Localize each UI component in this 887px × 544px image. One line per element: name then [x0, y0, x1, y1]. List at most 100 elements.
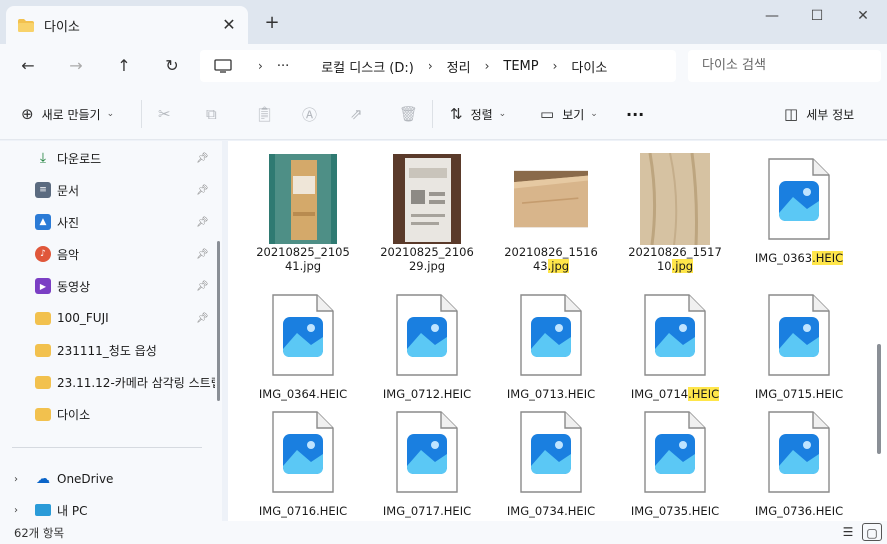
image-file-icon — [266, 406, 340, 498]
file-tile[interactable]: IMG_0717.HEIC — [372, 402, 482, 518]
sidebar-item-label: 동영상 — [57, 279, 91, 294]
file-extension: .HEIC — [688, 387, 720, 401]
chevron-right-icon: › — [14, 473, 18, 485]
sidebar-item-pictures[interactable]: ▲ 사진 📌︎ — [0, 208, 215, 236]
file-tile[interactable]: 20210825_2105 41.jpg — [248, 149, 358, 273]
file-tile[interactable]: IMG_0716.HEIC — [248, 402, 358, 518]
file-tile[interactable]: IMG_0735.HEIC — [620, 402, 730, 518]
new-button-label: 새로 만들기 — [41, 107, 101, 122]
file-tile[interactable]: 20210826_1516 43.jpg — [496, 149, 606, 273]
search-input[interactable]: 다이소 검색 — [688, 50, 881, 82]
file-extension: .jpg — [423, 259, 446, 273]
folder-icon — [18, 18, 34, 32]
cut-button[interactable]: ✂ — [158, 102, 179, 126]
divider — [141, 100, 142, 128]
file-tile[interactable]: IMG_0713.HEIC — [496, 285, 606, 401]
file-tile[interactable]: IMG_0363.HEIC — [744, 149, 854, 265]
file-extension: .jpg — [671, 259, 694, 273]
view-button[interactable]: ▭ 보기 ⌄ — [540, 102, 598, 126]
maximize-button[interactable]: ☐ — [797, 4, 837, 28]
file-name-base: IMG_0736 — [754, 504, 813, 518]
status-bar: 62개 항목 ☰ ▢ — [0, 521, 887, 544]
sidebar-item-label: 사진 — [57, 215, 80, 230]
paste-button[interactable]: 📋︎ — [255, 102, 282, 126]
sidebar-item-onedrive[interactable]: › ☁ OneDrive — [0, 465, 215, 493]
breadcrumb-daiso[interactable]: 다이소 — [571, 57, 607, 76]
file-tile[interactable]: IMG_0736.HEIC — [744, 402, 854, 518]
minimize-button[interactable]: — — [752, 4, 792, 28]
share-button[interactable]: ⇗ — [350, 102, 371, 126]
file-name-base: IMG_0714 — [630, 387, 689, 401]
file-name: 20210825_2106 29.jpg — [372, 245, 482, 273]
file-name: 20210825_2105 41.jpg — [248, 245, 358, 273]
close-window-button[interactable]: ✕ — [843, 4, 883, 28]
breadcrumb-local-disk[interactable]: 로컬 디스크 (D:) — [321, 57, 414, 76]
sidebar-item-camera-strap[interactable]: 23.11.12-카메라 삼각링 스트랩 — [0, 368, 215, 396]
file-name: IMG_0716.HEIC — [248, 504, 358, 518]
sidebar-item-videos[interactable]: ▶ 동영상 📌︎ — [0, 272, 215, 300]
new-button[interactable]: ⊕ 새로 만들기 ⌄ — [21, 102, 114, 126]
file-extension: .HEIC — [440, 504, 472, 518]
file-name-base: IMG_0713 — [506, 387, 565, 401]
breadcrumb-jeongri[interactable]: 정리 — [447, 57, 471, 76]
file-name: IMG_0712.HEIC — [372, 387, 482, 401]
pin-icon: 📌︎ — [196, 280, 209, 292]
file-name: IMG_0735.HEIC — [620, 504, 730, 518]
new-tab-button[interactable]: + — [262, 12, 282, 33]
file-name-base: 29 — [408, 259, 424, 273]
large-icons-view-button[interactable]: ▢ — [862, 523, 882, 541]
breadcrumb-more[interactable]: ··· — [277, 59, 289, 74]
navigation-pane: ⤓ 다운로드 📌︎ ≡ 문서 📌︎ ▲ 사진 📌︎ ♪ 음악 📌︎ ▶ 동영상 … — [0, 141, 222, 521]
copy-button[interactable]: ⧉ — [206, 102, 225, 126]
file-name: IMG_0713.HEIC — [496, 387, 606, 401]
forward-button[interactable]: → — [61, 52, 91, 80]
sidebar-item-music[interactable]: ♪ 음악 📌︎ — [0, 240, 215, 268]
file-tile[interactable]: IMG_0364.HEIC — [248, 285, 358, 401]
file-tile[interactable]: IMG_0715.HEIC — [744, 285, 854, 401]
pin-icon: 📌︎ — [196, 216, 209, 228]
back-button[interactable]: ← — [13, 52, 43, 80]
sidebar-scrollbar[interactable] — [217, 241, 220, 401]
image-thumbnail — [266, 153, 340, 245]
details-button[interactable]: ◫ 세부 정보 — [784, 102, 854, 126]
up-button[interactable]: ↑ — [109, 52, 139, 80]
sidebar-item-documents[interactable]: ≡ 문서 📌︎ — [0, 176, 215, 204]
file-name-line: 20210826_1516 — [504, 245, 598, 259]
image-thumbnail — [390, 153, 464, 245]
navigation-bar: ← → ↑ ↻ › ··· 로컬 디스크 (D:) › 정리 › TEMP › … — [0, 44, 887, 88]
sidebar-item-daiso[interactable]: 다이소 — [0, 400, 215, 428]
more-options-button[interactable]: ··· — [626, 102, 644, 126]
tab-close-button[interactable]: ✕ — [220, 15, 238, 34]
pin-icon: 📌︎ — [196, 184, 209, 196]
details-view-button[interactable]: ☰ — [838, 523, 858, 541]
tab-daiso[interactable]: 다이소 ✕ — [6, 6, 248, 44]
chevron-right-icon: › — [14, 504, 18, 516]
content-scrollbar[interactable] — [877, 344, 881, 454]
file-tile[interactable]: 20210826_1517 10.jpg — [620, 149, 730, 273]
image-file-icon — [638, 289, 712, 381]
sidebar-item-cheongdo[interactable]: 231111_청도 읍성 — [0, 336, 215, 364]
rename-button[interactable]: Ⓐ — [302, 102, 325, 126]
file-tile[interactable]: 20210825_2106 29.jpg — [372, 149, 482, 273]
command-bar: ⊕ 새로 만들기 ⌄ ✂ ⧉ 📋︎ Ⓐ ⇗ 🗑︎ ⇅ 정렬 ⌄ ▭ 보기 ⌄ ·… — [0, 88, 887, 140]
file-name-line: 10.jpg — [620, 259, 730, 273]
file-tile[interactable]: IMG_0712.HEIC — [372, 285, 482, 401]
sidebar-item-label: 다이소 — [57, 407, 91, 422]
file-name-line: 20210825_2105 — [256, 245, 350, 259]
file-name-line: 29.jpg — [372, 259, 482, 273]
details-button-label: 세부 정보 — [806, 107, 855, 122]
chevron-right-icon: › — [427, 59, 433, 73]
address-bar[interactable]: › ··· 로컬 디스크 (D:) › 정리 › TEMP › 다이소 — [200, 50, 676, 82]
image-file-icon — [390, 289, 464, 381]
sort-button-label: 정렬 — [470, 107, 493, 122]
sidebar-item-downloads[interactable]: ⤓ 다운로드 📌︎ — [0, 144, 215, 172]
delete-button[interactable]: 🗑︎ — [399, 102, 426, 126]
sidebar-divider — [12, 447, 202, 448]
sidebar-item-100-fuji[interactable]: 100_FUJI 📌︎ — [0, 304, 215, 332]
sidebar-item-this-pc[interactable]: › 내 PC — [0, 496, 215, 524]
file-tile[interactable]: IMG_0714.HEIC — [620, 285, 730, 401]
sort-button[interactable]: ⇅ 정렬 ⌄ — [450, 102, 506, 126]
breadcrumb-temp[interactable]: TEMP — [503, 59, 538, 74]
refresh-button[interactable]: ↻ — [157, 52, 187, 80]
file-tile[interactable]: IMG_0734.HEIC — [496, 402, 606, 518]
